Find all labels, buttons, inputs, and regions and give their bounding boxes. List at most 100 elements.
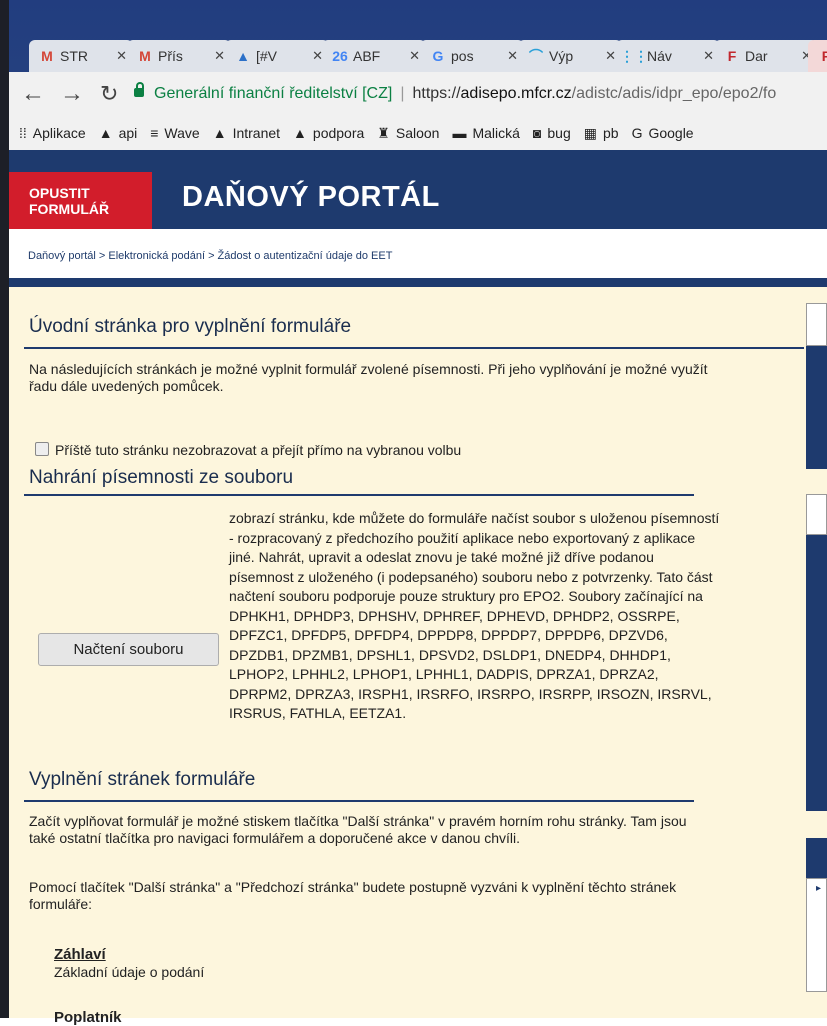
section-desc-header: Základní údaje o podání	[54, 964, 205, 980]
close-tab-icon[interactable]: ✕	[703, 48, 714, 64]
intro-text-1: Na následujících stránkách je možné vypl…	[29, 361, 708, 377]
upload-text-line: písemnost z uloženého (i podepsaného) so…	[229, 568, 713, 585]
tab-label: Dar	[745, 48, 768, 64]
apps-grid-icon: ⁞⁞	[19, 125, 27, 141]
bookmark-item[interactable]: ◙ bug	[533, 125, 571, 142]
bookmark-label: Wave	[164, 125, 200, 141]
intro-text-2: řadu dále uvedených pomůcek.	[29, 378, 224, 394]
exit-label-1: OPUSTIT	[29, 185, 90, 201]
skip-page-checkbox[interactable]	[35, 442, 49, 456]
browser-tab[interactable]: ⋮⋮ Náv ✕	[616, 40, 720, 72]
fill-title: Vyplnění stránek formuláře	[29, 769, 256, 790]
intranet-icon: ▲	[212, 125, 227, 141]
bookmark-item[interactable]: ♜ Saloon	[377, 125, 439, 142]
bookmark-item[interactable]: ▲ podpora	[293, 125, 364, 142]
tab-label: Přís	[158, 48, 183, 64]
close-tab-icon[interactable]: ✕	[409, 48, 420, 64]
bookmark-item[interactable]: ⁞⁞ Aplikace	[19, 125, 86, 142]
side-panel-header-3	[806, 838, 827, 878]
url-field[interactable]: Generální finanční ředitelství [CZ] | http…	[134, 82, 777, 103]
upload-text-line: DPZDB1, DPZMB1, DPSHL1, DPSVD2, DSLDP1, …	[229, 646, 671, 663]
section-link-header[interactable]: Záhlaví	[54, 946, 106, 963]
reload-icon[interactable]: ↻	[100, 81, 118, 107]
exit-label-2: FORMULÁŘ	[29, 201, 110, 217]
bookmark-label: pb	[602, 125, 619, 141]
side-panel-header	[806, 303, 827, 346]
portal-title: DAŇOVÝ PORTÁL	[182, 181, 440, 213]
api-icon: ▲	[98, 125, 113, 141]
upload-text-line: DPRPM2, DPRZA3, IRSPH1, IRSRFO, IRSRPO, …	[229, 685, 712, 702]
gmail-icon: M	[41, 48, 53, 64]
bookmark-item[interactable]: ≡ Wave	[150, 125, 199, 142]
upload-text-line: načtení souboru podporuje pouze struktur…	[229, 588, 703, 604]
browser-tab[interactable]: ▲ [#V ✕	[225, 40, 329, 72]
site-name: Generální finanční ředitelství [CZ]	[154, 85, 393, 102]
url-host: adisepo.mfcr.cz	[460, 85, 572, 102]
url-path: /adistc/adis/idpr_epo/epo2/fo	[571, 85, 777, 102]
bookmark-item[interactable]: ▦ pb	[584, 125, 619, 142]
google-icon: G	[432, 48, 444, 64]
calendar-icon: 26	[332, 48, 348, 64]
gmail-icon: M	[139, 48, 151, 64]
podpora-icon: ▲	[293, 125, 307, 141]
bookmark-label: podpora	[312, 125, 365, 141]
upload-text-line: IRSRUS, FATHLA, EETZA1.	[229, 705, 407, 721]
upload-text-line: jiné. Nahrát, upravit a odeslat znovu je…	[229, 549, 654, 565]
upload-description: zobrazí stránku, kde můžete do formuláře…	[229, 509, 799, 724]
fill-text-3: Pomocí tlačítek "Další stránka" a "Předc…	[29, 879, 677, 895]
browser-tab[interactable]: M Přís ✕	[127, 40, 231, 72]
tab-label: Výp	[549, 48, 574, 64]
side-panel-nav[interactable]	[806, 346, 827, 469]
bug-icon: ◙	[532, 125, 542, 141]
upload-title: Nahrání písemnosti ze souboru	[29, 467, 294, 488]
browser-tab[interactable]: F Dar ✕	[714, 40, 818, 72]
side-panel-nav-2[interactable]	[806, 535, 827, 811]
upload-text-line: DPFZC1, DPFDP5, DPFDP4, DPPDP8, DPPDP7, …	[229, 627, 668, 643]
bookmark-item[interactable]: ▲ api	[99, 125, 138, 142]
browser-tab[interactable]: M STR ✕	[29, 40, 133, 72]
side-panel-header-2	[806, 494, 827, 535]
bookmarks-bar: ⁞⁞ Aplikace ▲ api ≡ Wave ▲ Intranet ▲ podpora ♜ Sal…	[9, 116, 827, 151]
load-file-button[interactable]: Načtení souboru	[38, 633, 219, 666]
bookmark-item[interactable]: G Google	[632, 125, 694, 142]
f-icon: F	[821, 48, 827, 64]
close-tab-icon[interactable]: ✕	[507, 48, 518, 64]
tab-label: STR	[60, 48, 88, 64]
upload-rule	[24, 494, 694, 496]
upload-text-line: zobrazí stránku, kde můžete do formuláře…	[229, 510, 720, 526]
side-arrow-icon[interactable]: ▸	[816, 883, 821, 894]
fill-text-2: také ostatní tlačítka pro navigaci formu…	[29, 830, 521, 846]
header-divider	[9, 278, 827, 287]
exit-form-button[interactable]: OPUSTIT FORMULÁŘ	[9, 172, 152, 229]
browser-tab[interactable]: ⌒ Výp ✕	[518, 40, 622, 72]
side-panel-list[interactable]	[806, 878, 827, 992]
skip-page-label[interactable]: Příště tuto stránku nezobrazovat a přejí…	[55, 442, 461, 459]
forward-icon[interactable]: →	[60, 80, 84, 108]
fill-text-4: formuláře:	[29, 896, 93, 912]
close-tab-icon[interactable]: ✕	[116, 48, 127, 64]
lock-icon	[134, 82, 144, 97]
f-icon: F	[727, 48, 737, 64]
breadcrumb[interactable]: Daňový portál > Elektronická podání > Žá…	[9, 229, 827, 278]
upload-text-line: - rozpracovaný z předchozího použití apl…	[229, 529, 696, 546]
apps-icon: ⋮⋮	[620, 47, 648, 64]
browser-tab[interactable]: 26 ABF ✕	[322, 40, 426, 72]
bookmark-label: Saloon	[395, 125, 440, 141]
malicka-icon: ▬	[452, 125, 467, 141]
bookmark-label: Aplikace	[32, 125, 86, 141]
browser-tab[interactable]: Gpos ✕	[420, 40, 524, 72]
browser-tab[interactable]: F	[808, 40, 827, 72]
close-tab-icon[interactable]: ✕	[605, 48, 616, 64]
back-icon[interactable]: ←	[21, 80, 45, 108]
bookmark-item[interactable]: ▲ Intranet	[213, 125, 280, 142]
feed-icon: ⌒	[529, 48, 543, 64]
close-tab-icon[interactable]: ✕	[214, 48, 225, 64]
upload-text-line: DPHKH1, DPHDP3, DPHSHV, DPHREF, DPHEVD, …	[229, 607, 680, 624]
intro-title: Úvodní stránka pro vyplnění formuláře	[29, 316, 352, 337]
tab-label: pos	[451, 48, 474, 64]
pb-icon: ▦	[583, 124, 597, 141]
fill-text-1: Začít vyplňovat formulář je možné stiske…	[29, 813, 687, 829]
tab-label: Náv	[647, 48, 672, 64]
window-edge	[0, 0, 9, 1018]
bookmark-item[interactable]: ▬ Malická	[452, 125, 519, 142]
